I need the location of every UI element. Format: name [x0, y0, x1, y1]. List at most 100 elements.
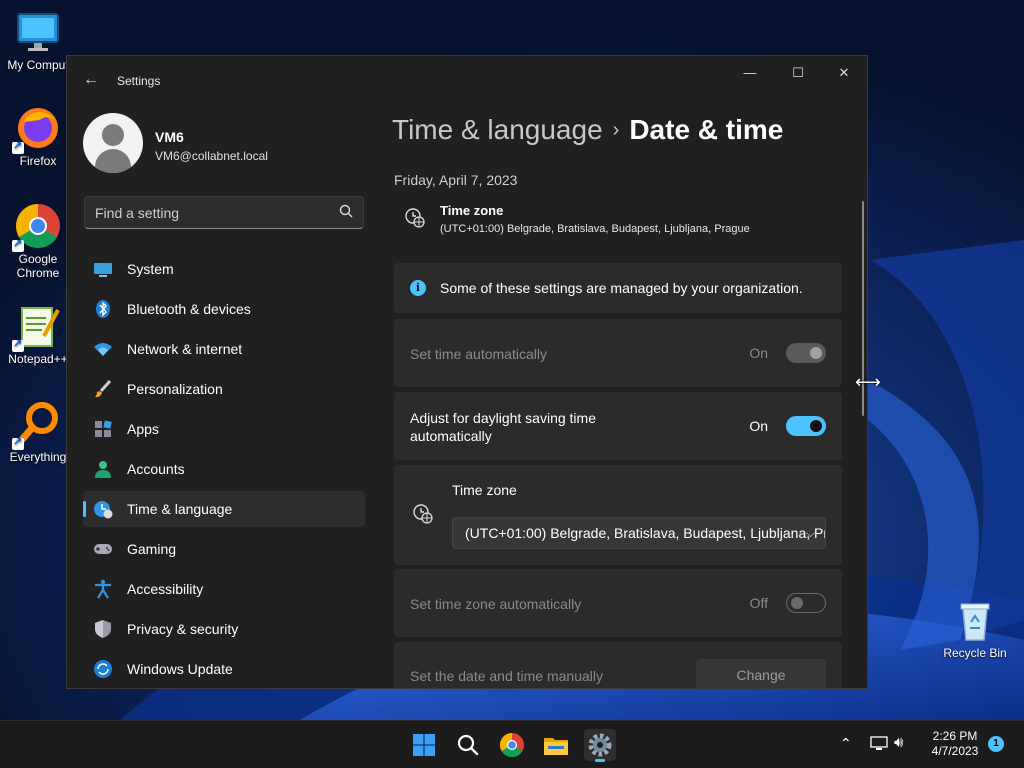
timezone-summary: Time zone (UTC+01:00) Belgrade, Bratisla… — [404, 202, 844, 242]
sidebar-item-accessibility[interactable]: Accessibility — [83, 571, 365, 607]
managed-notice: i Some of these settings are managed by … — [394, 263, 842, 313]
desktop-icon-label: Firefox — [19, 154, 57, 168]
desktop-icon-notepadpp[interactable]: Notepad++ — [0, 302, 76, 366]
back-button[interactable]: ← — [79, 68, 103, 92]
sidebar-item-windows-update[interactable]: Windows Update — [83, 651, 365, 687]
clock-time: 2:26 PM — [932, 729, 978, 743]
shortcut-arrow-icon — [12, 435, 24, 450]
accounts-icon — [95, 461, 111, 478]
timezone-dropdown-value: (UTC+01:00) Belgrade, Bratislava, Budape… — [465, 525, 826, 541]
chrome-icon — [12, 202, 62, 252]
network-icon[interactable] — [870, 736, 888, 752]
magnifier-icon — [12, 400, 62, 450]
set-time-automatically-row: Set time automatically On — [394, 319, 842, 387]
sidebar-item-network[interactable]: Network & internet — [83, 331, 365, 367]
shortcut-arrow-icon — [12, 337, 24, 352]
info-icon: i — [410, 280, 426, 296]
sidebar-item-privacy[interactable]: Privacy & security — [83, 611, 365, 647]
desktop-icon-everything[interactable]: Everything — [0, 400, 76, 464]
volume-icon[interactable]: 🔊︎ — [894, 734, 903, 751]
taskbar-settings-button[interactable] — [584, 729, 616, 762]
shortcut-arrow-icon — [12, 139, 24, 154]
taskbar-chrome-button[interactable] — [496, 729, 528, 761]
search-box — [84, 196, 364, 229]
maximize-icon: ☐ — [792, 65, 804, 80]
sidebar-item-apps[interactable]: Apps — [83, 411, 365, 447]
sidebar-item-label: Privacy & security — [127, 621, 239, 637]
taskbar-clock[interactable]: 2:26 PM 4/7/2023 — [920, 729, 990, 759]
sidebar-item-personalization[interactable]: Personalization — [83, 371, 365, 407]
sidebar-item-bluetooth[interactable]: Bluetooth & devices — [83, 291, 365, 327]
timezone-dropdown[interactable]: (UTC+01:00) Belgrade, Bratislava, Budape… — [452, 517, 826, 549]
update-icon — [94, 660, 112, 678]
desktop-icon-label: Google Chrome — [16, 252, 60, 280]
taskbar-file-explorer-button[interactable] — [540, 729, 572, 761]
breadcrumb: Time & language › Date & time — [392, 114, 783, 146]
set-tz-auto-state: Off — [749, 595, 768, 611]
desktop-icon-recycle-bin[interactable]: Recycle Bin — [937, 596, 1013, 660]
brush-icon — [95, 379, 112, 398]
user-profile[interactable]: VM6 VM6@collabnet.local — [83, 113, 363, 175]
clock-date: 4/7/2023 — [931, 744, 979, 758]
manual-datetime-label: Set the date and time manually — [410, 668, 604, 684]
timezone-heading: Time zone — [440, 203, 504, 218]
desktop-icon-label: My Comput — [7, 58, 69, 72]
start-icon — [413, 734, 435, 756]
sidebar-item-label: Apps — [127, 421, 159, 437]
sidebar-item-label: System — [127, 261, 174, 277]
notification-badge[interactable]: 1 — [988, 736, 1004, 752]
clock-globe-icon — [405, 208, 425, 228]
search-icon — [339, 204, 353, 218]
chevron-right-icon: › — [612, 119, 620, 141]
current-date: Friday, April 7, 2023 — [394, 172, 518, 188]
notepadpp-icon — [12, 302, 62, 352]
daylight-saving-toggle[interactable] — [786, 416, 826, 436]
sidebar-item-label: Bluetooth & devices — [127, 301, 251, 317]
minimize-icon: — — [743, 65, 757, 80]
system-tray: ⌃ 🔊︎ — [836, 721, 916, 768]
sidebar-item-label: Time & language — [127, 501, 233, 517]
start-button[interactable] — [408, 729, 440, 761]
sidebar-nav: System Bluetooth & devices Network & int… — [83, 251, 365, 688]
resize-cursor-icon: ⟷ — [855, 372, 881, 392]
desktop-icon-chrome[interactable]: Google Chrome — [0, 202, 76, 280]
close-icon: ✕ — [838, 65, 850, 80]
daylight-saving-label: Adjust for daylight saving time automati… — [410, 409, 596, 445]
sidebar-item-system[interactable]: System — [83, 251, 365, 287]
daylight-saving-state: On — [749, 418, 768, 434]
daylight-saving-label-line1: Adjust for daylight saving time — [410, 410, 596, 426]
desktop-icon-label: Notepad++ — [8, 352, 68, 366]
file-explorer-icon — [544, 738, 568, 755]
firefox-icon — [12, 104, 62, 154]
breadcrumb-parent[interactable]: Time & language — [392, 114, 603, 145]
sidebar-item-time-language[interactable]: Time & language — [83, 491, 365, 527]
chevron-down-icon: ⌵ — [805, 526, 815, 540]
sidebar-item-gaming[interactable]: Gaming — [83, 531, 365, 567]
taskbar: ⌃ 🔊︎ 2:26 PM 4/7/2023 — [0, 720, 1024, 768]
sidebar-item-label: Gaming — [127, 541, 177, 557]
taskbar-search-button[interactable] — [452, 729, 484, 761]
daylight-saving-row: Adjust for daylight saving time automati… — [394, 392, 842, 460]
gamepad-icon — [94, 544, 112, 554]
sidebar-item-label: Accounts — [127, 461, 185, 477]
search-input[interactable] — [85, 197, 325, 228]
timezone-select-label: Time zone — [452, 482, 517, 498]
chevron-up-icon[interactable]: ⌃ — [840, 735, 852, 752]
set-time-auto-toggle — [786, 343, 826, 363]
sidebar-item-accounts[interactable]: Accounts — [83, 451, 365, 487]
desktop-icon-firefox[interactable]: Firefox — [0, 104, 76, 168]
managed-notice-text: Some of these settings are managed by yo… — [440, 280, 803, 296]
maximize-button[interactable]: ☐ — [775, 56, 821, 90]
minimize-button[interactable]: — — [727, 56, 773, 90]
desktop-icon-my-computer[interactable]: My Comput — [0, 8, 76, 72]
search-icon — [457, 734, 479, 756]
close-button[interactable]: ✕ — [821, 56, 867, 90]
shield-icon — [95, 620, 111, 638]
window-title: Settings — [117, 74, 161, 88]
sidebar-item-label: Accessibility — [127, 581, 204, 597]
avatar — [83, 113, 143, 173]
change-button[interactable]: Change — [696, 659, 826, 688]
set-time-auto-state: On — [749, 345, 768, 361]
bluetooth-icon — [96, 300, 110, 318]
sidebar-item-label: Windows Update — [127, 661, 233, 677]
